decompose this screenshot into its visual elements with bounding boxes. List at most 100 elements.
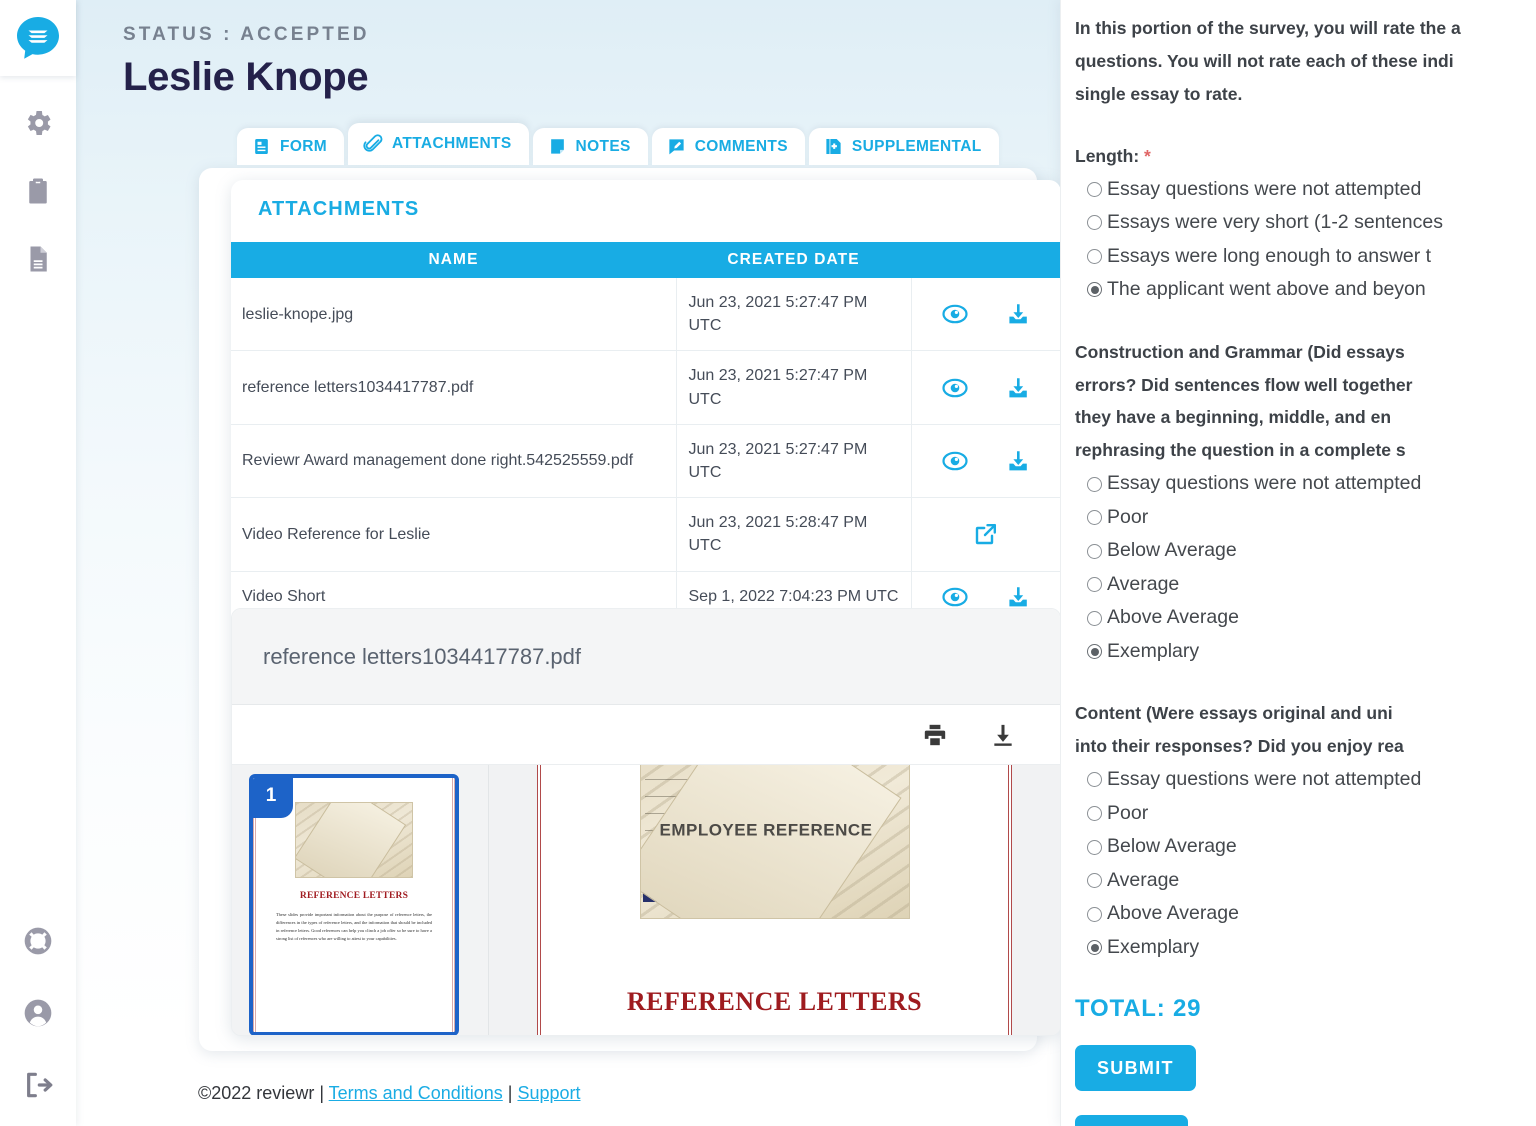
terms-link[interactable]: Terms and Conditions <box>329 1083 503 1103</box>
pdf-thumbnail-rail[interactable]: 1 REFERENCE LETTERS These slides provide… <box>232 765 489 1035</box>
note-icon <box>548 137 567 156</box>
radio-option-label: Exemplary <box>1107 639 1200 662</box>
left-sidebar <box>0 0 76 1126</box>
download-icon[interactable] <box>1006 376 1030 400</box>
tab-supplemental[interactable]: SUPPLEMENTAL <box>808 128 999 165</box>
download-icon[interactable] <box>1006 449 1030 473</box>
tab-comments[interactable]: COMMENTS <box>651 128 805 165</box>
pdf-toolbar <box>232 705 1060 765</box>
document-icon <box>23 244 53 274</box>
radio-circle-icon <box>1087 543 1102 559</box>
page-photo: EMPLOYEE REFERENCE <box>639 765 910 919</box>
sidebar-item-settings[interactable] <box>19 104 57 142</box>
radio-option[interactable]: The applicant went above and beyon <box>1087 273 1536 307</box>
print-icon[interactable] <box>922 722 948 748</box>
pdf-body: 1 REFERENCE LETTERS These slides provide… <box>232 765 1060 1035</box>
sidebar-item-logout[interactable] <box>19 1066 57 1104</box>
pdf-thumbnail-page-number: 1 <box>253 778 293 818</box>
sidebar-item-documents[interactable] <box>19 240 57 278</box>
question-title-line: they have a beginning, middle, and en <box>1075 407 1392 428</box>
radio-option[interactable]: Essay questions were not attempted <box>1087 467 1536 501</box>
attachment-created-date: Jun 23, 2021 5:28:47 PM UTC <box>676 497 912 572</box>
radio-option[interactable]: Average <box>1087 864 1536 898</box>
radio-option[interactable]: Essays were long enough to answer t <box>1087 240 1536 274</box>
sidebar-item-tasks[interactable] <box>19 172 57 210</box>
gear-icon <box>22 107 54 139</box>
view-icon[interactable] <box>942 378 968 398</box>
radio-circle-icon <box>1087 940 1102 956</box>
radio-option[interactable]: Poor <box>1087 797 1536 831</box>
radio-option[interactable]: Above Average <box>1087 601 1536 635</box>
sidebar-item-help[interactable] <box>19 922 57 960</box>
radio-circle-icon <box>1087 644 1102 660</box>
lifebuoy-icon <box>22 925 54 957</box>
radio-option-label: Poor <box>1107 801 1149 824</box>
radio-circle-icon <box>1087 476 1102 492</box>
radio-option[interactable]: Essay questions were not attempted <box>1087 763 1536 797</box>
radio-option-label: Essays were very short (1-2 sentences <box>1107 211 1443 234</box>
radio-circle-icon <box>1087 610 1102 626</box>
paperclip-icon <box>363 134 383 154</box>
slide-body-text: These slides provide important informati… <box>276 912 432 942</box>
question-title-line: Length: <box>1075 145 1140 166</box>
attachment-name: reference letters1034417787.pdf <box>231 350 677 425</box>
tab-attachments[interactable]: ATTACHMENTS <box>348 123 529 165</box>
radio-option[interactable]: Essays were very short (1-2 sentences <box>1087 206 1536 240</box>
survey-intro-line-1: In this portion of the survey, you will … <box>1075 18 1461 38</box>
attachment-created-date: Jun 23, 2021 5:27:47 PM UTC <box>676 278 912 352</box>
attachment-actions <box>911 278 1060 352</box>
table-row: leslie-knope.jpg Jun 23, 2021 5:27:47 PM… <box>231 278 1060 352</box>
survey-intro-line-3: single essay to rate. <box>1075 83 1243 104</box>
support-link[interactable]: Support <box>517 1083 580 1103</box>
radio-option-label: Average <box>1107 572 1180 595</box>
table-row: reference letters1034417787.pdf Jun 23, … <box>231 350 1060 425</box>
tab-form[interactable]: FORM <box>237 128 345 165</box>
survey-intro: In this portion of the survey, you will … <box>1075 12 1536 111</box>
radio-option-label: Exemplary <box>1107 935 1200 958</box>
radio-option-label: The applicant went above and beyon <box>1107 278 1426 301</box>
radio-option[interactable]: Poor <box>1087 501 1536 535</box>
column-header-actions <box>911 242 1060 278</box>
radio-option[interactable]: Exemplary <box>1087 635 1536 669</box>
radio-option[interactable]: Essay questions were not attempted <box>1087 173 1536 207</box>
pdf-page-area[interactable]: EMPLOYEE REFERENCE REFERENCE LETTERS <box>489 765 1060 1035</box>
download-icon[interactable] <box>1006 302 1030 326</box>
review-survey-panel: In this portion of the survey, you will … <box>1060 0 1536 1126</box>
submit-button[interactable]: SUBMIT <box>1075 1045 1196 1092</box>
supplemental-icon <box>824 137 843 156</box>
page-photo-caption: EMPLOYEE REFERENCE <box>659 820 873 840</box>
radio-option[interactable]: Average <box>1087 568 1536 602</box>
view-icon[interactable] <box>942 587 968 607</box>
tab-comments-label: COMMENTS <box>694 137 788 155</box>
download-icon[interactable] <box>990 722 1016 748</box>
pdf-page-title: REFERENCE LETTERS <box>626 987 923 1016</box>
close-button[interactable]: CLOSE <box>1075 1115 1188 1126</box>
app-logo[interactable] <box>0 0 76 76</box>
radio-option[interactable]: Below Average <box>1087 830 1536 864</box>
page-header: STATUS : ACCEPTED Leslie Knope <box>76 0 1060 100</box>
question-title-line: into their responses? Did you enjoy rea <box>1075 736 1404 757</box>
external-link-icon[interactable] <box>974 522 998 546</box>
tab-notes[interactable]: NOTES <box>532 128 648 165</box>
radio-circle-icon <box>1087 772 1102 788</box>
pdf-thumbnail-page-1[interactable]: 1 REFERENCE LETTERS These slides provide… <box>249 774 459 1035</box>
download-icon[interactable] <box>1006 585 1030 609</box>
sidebar-item-profile[interactable] <box>19 994 57 1032</box>
radio-circle-icon <box>1087 577 1102 593</box>
attachment-name: Reviewr Award management done right.5425… <box>231 424 677 499</box>
view-icon[interactable] <box>942 451 968 471</box>
view-icon[interactable] <box>942 304 968 324</box>
radio-option[interactable]: Exemplary <box>1087 931 1536 965</box>
user-circle-icon <box>22 997 54 1029</box>
clipboard-icon <box>23 176 53 206</box>
radio-option[interactable]: Below Average <box>1087 534 1536 568</box>
radio-circle-icon <box>1087 839 1102 855</box>
slide-title: REFERENCE LETTERS <box>299 891 409 901</box>
footer: ©2022 reviewr | Terms and Conditions | S… <box>198 1083 581 1104</box>
form-icon <box>252 137 271 156</box>
radio-option[interactable]: Above Average <box>1087 897 1536 931</box>
tab-notes-label: NOTES <box>575 137 631 155</box>
tab-attachments-label: ATTACHMENTS <box>392 135 512 152</box>
tab-form-label: FORM <box>280 137 328 155</box>
comment-icon <box>667 137 686 156</box>
